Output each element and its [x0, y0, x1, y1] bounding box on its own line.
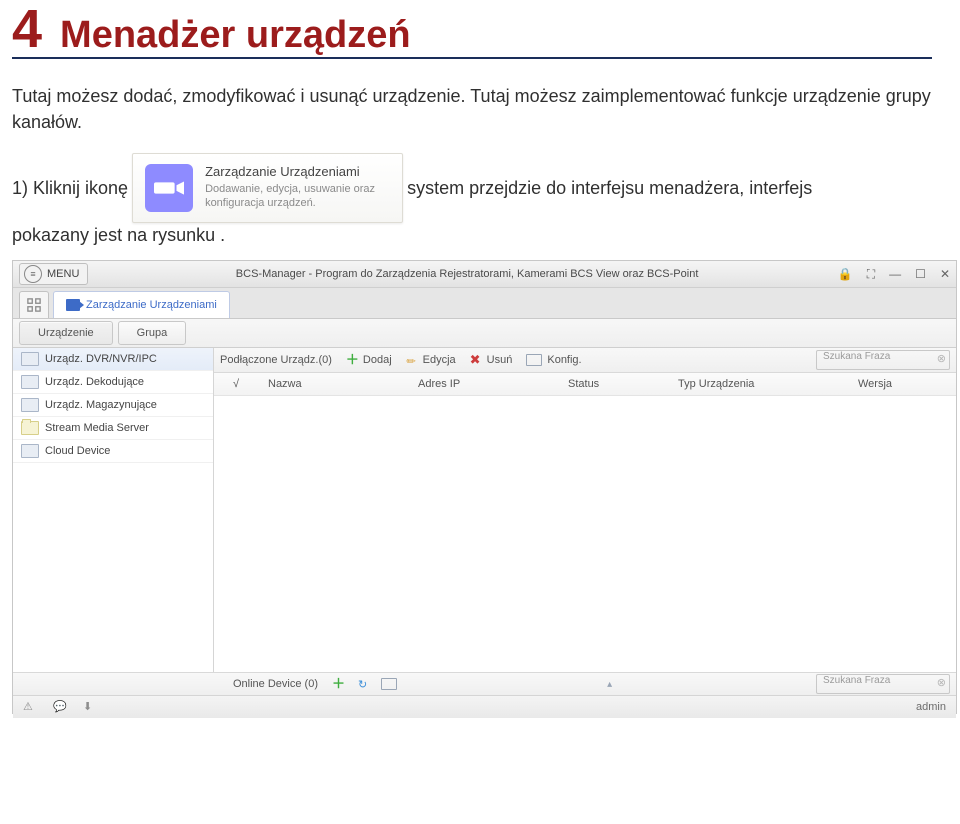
delete-icon: ✖: [470, 354, 482, 366]
subtab-device[interactable]: Urządzenie: [19, 321, 113, 345]
menu-icon: ≡: [24, 265, 42, 283]
chapter-title: Menadżer urządzeń: [60, 14, 411, 57]
subtab-row: Urządzenie Grupa: [13, 319, 956, 348]
col-check[interactable]: √: [214, 378, 258, 390]
step1-prefix: 1) Kliknij ikonę: [12, 178, 128, 199]
expand-icon[interactable]: ⛶: [867, 267, 875, 282]
tab-label: Zarządzanie Urządzeniami: [86, 299, 217, 311]
sidebar-item-label: Cloud Device: [45, 445, 110, 457]
col-ip[interactable]: Adres IP: [408, 378, 558, 390]
col-name[interactable]: Nazwa: [258, 378, 408, 390]
button-label: Usuń: [487, 354, 513, 366]
col-version[interactable]: Wersja: [848, 378, 902, 390]
config-icon: [526, 354, 542, 366]
expand-up-icon[interactable]: ▴: [607, 679, 612, 690]
sidebar-item-storage[interactable]: Urządz. Magazynujące: [13, 394, 213, 417]
sidebar-item-cloud[interactable]: Cloud Device: [13, 440, 213, 463]
device-table-header: √ Nazwa Adres IP Status Typ Urządzenia W…: [214, 373, 956, 396]
app-screenshot: ≡ MENU BCS-Manager - Program do Zarządze…: [12, 260, 957, 714]
intro-paragraph: Tutaj możesz dodać, zmodyfikować i usuną…: [12, 83, 932, 135]
online-count: Online Device (0): [233, 678, 318, 690]
online-add-button[interactable]: ＋: [332, 678, 344, 690]
maximize-icon[interactable]: ☐: [915, 267, 926, 282]
connected-count: Podłączone Urządz.(0): [220, 354, 332, 366]
sidebar-item-stream[interactable]: Stream Media Server: [13, 417, 213, 440]
subtab-group[interactable]: Grupa: [118, 321, 187, 345]
plus-icon: ＋: [346, 354, 358, 366]
home-tab[interactable]: [19, 291, 49, 318]
device-category-sidebar: Urządz. DVR/NVR/IPC Urządz. Dekodujące U…: [13, 348, 214, 672]
chat-icon[interactable]: 💬: [53, 700, 67, 714]
button-label: Edycja: [423, 354, 456, 366]
button-label: Dodaj: [363, 354, 392, 366]
online-settings-button[interactable]: [381, 678, 397, 690]
window-title: BCS-Manager - Program do Zarządzenia Rej…: [96, 268, 837, 280]
search-input[interactable]: Szukana Fraza ⊗: [816, 350, 950, 370]
delete-button[interactable]: ✖ Usuń: [470, 354, 513, 366]
grid-icon: [27, 298, 41, 312]
device-icon: [21, 352, 39, 366]
pencil-icon: ✎: [403, 352, 420, 369]
sidebar-item-label: Urządz. Dekodujące: [45, 376, 144, 388]
device-icon: [21, 444, 39, 458]
config-button[interactable]: Konfig.: [526, 354, 581, 366]
sidebar-item-label: Stream Media Server: [45, 422, 149, 434]
device-manager-tile[interactable]: Zarządzanie Urządzeniami Dodawanie, edyc…: [132, 153, 403, 223]
step1-tail: pokazany jest na rysunku .: [12, 225, 225, 246]
search-placeholder: Szukana Fraza: [823, 351, 890, 362]
add-button[interactable]: ＋ Dodaj: [346, 354, 392, 366]
sidebar-item-label: Urządz. DVR/NVR/IPC: [45, 353, 157, 365]
menu-button[interactable]: ≡ MENU: [19, 263, 88, 285]
folder-icon: [21, 421, 39, 435]
camera-small-icon: [66, 299, 80, 311]
device-icon: [21, 398, 39, 412]
close-icon[interactable]: ✕: [940, 267, 950, 282]
download-icon[interactable]: ⬇: [83, 700, 97, 714]
lock-icon[interactable]: 🔒: [838, 267, 853, 282]
device-toolbar: Podłączone Urządz.(0) ＋ Dodaj ✎ Edycja ✖…: [214, 348, 956, 373]
chapter-heading: 4 Menadżer urządzeń: [12, 2, 932, 59]
status-user: admin: [916, 701, 946, 713]
device-table-body: [214, 396, 956, 672]
camera-icon: [145, 164, 193, 212]
search-placeholder: Szukana Fraza: [823, 675, 890, 686]
status-bar: ⚠ 💬 ⬇ admin: [13, 695, 956, 718]
online-toolbar: Online Device (0) ＋ ↻ ▴ Szukana Fraza ⊗: [13, 672, 956, 695]
step1-suffix: system przejdzie do interfejsu menadżera…: [407, 178, 812, 199]
tabs-row: Zarządzanie Urządzeniami: [13, 288, 956, 319]
button-label: Konfig.: [547, 354, 581, 366]
tab-device-management[interactable]: Zarządzanie Urządzeniami: [53, 291, 230, 318]
clear-icon[interactable]: ⊗: [937, 352, 946, 365]
refresh-icon: ↻: [358, 678, 367, 691]
tile-subtitle: Dodawanie, edycja, usuwanie oraz konfigu…: [205, 182, 390, 211]
online-search-input[interactable]: Szukana Fraza ⊗: [816, 674, 950, 694]
edit-button[interactable]: ✎ Edycja: [406, 354, 456, 366]
clear-icon[interactable]: ⊗: [937, 676, 946, 689]
col-status[interactable]: Status: [558, 378, 668, 390]
tile-title: Zarządzanie Urządzeniami: [205, 164, 390, 179]
chapter-number: 4: [12, 2, 42, 56]
plus-icon: ＋: [332, 678, 344, 690]
online-refresh-button[interactable]: ↻: [358, 678, 367, 691]
device-icon: [21, 375, 39, 389]
sidebar-item-decode[interactable]: Urządz. Dekodujące: [13, 371, 213, 394]
alert-icon[interactable]: ⚠: [23, 700, 37, 714]
col-type[interactable]: Typ Urządzenia: [668, 378, 848, 390]
menu-label: MENU: [47, 268, 79, 280]
sidebar-item-label: Urządz. Magazynujące: [45, 399, 157, 411]
titlebar: ≡ MENU BCS-Manager - Program do Zarządze…: [13, 261, 956, 288]
minimize-icon[interactable]: —: [889, 267, 901, 282]
config-icon: [381, 678, 397, 690]
sidebar-item-dvr[interactable]: Urządz. DVR/NVR/IPC: [13, 348, 213, 371]
